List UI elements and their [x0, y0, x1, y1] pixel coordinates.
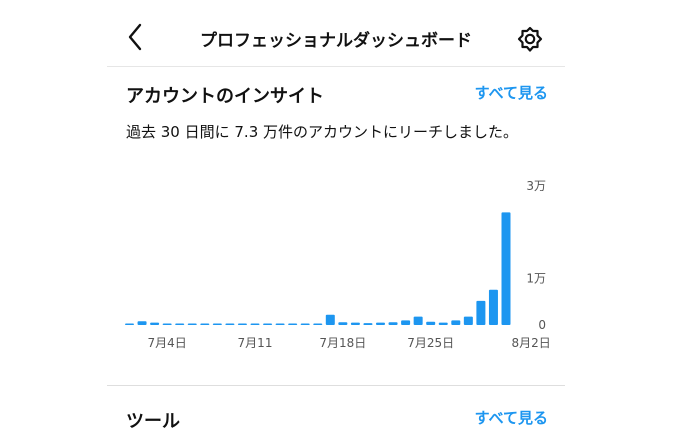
- x-tick-label: 7月4日: [148, 336, 187, 350]
- x-tick-label: 7月25日: [407, 336, 454, 350]
- chart-bar: [237, 323, 247, 325]
- y-tick-label: 1万: [526, 272, 546, 286]
- x-tick-label: 7月18日: [319, 336, 366, 350]
- chart-bar: [338, 322, 348, 325]
- chart-bar: [275, 323, 285, 325]
- chart-bar: [463, 316, 473, 325]
- y-tick-label: 0: [538, 318, 546, 332]
- chart-bar: [501, 212, 511, 325]
- chart-bar: [438, 322, 448, 325]
- reach-chart: 3万 1万 0 7月4日 7月11 7月18日 7月25日 8月2日: [125, 179, 551, 350]
- y-tick-label: 3万: [526, 179, 546, 193]
- chart-bar: [263, 323, 273, 325]
- gear-icon: [517, 26, 543, 52]
- chart-bar: [363, 323, 373, 325]
- chart-bar: [413, 316, 423, 325]
- chart-bar: [325, 314, 335, 325]
- chart-bar: [350, 322, 360, 325]
- insights-see-all-link[interactable]: すべて見る: [475, 82, 548, 103]
- chart-bar: [426, 321, 436, 325]
- chart-bar: [488, 289, 498, 325]
- chart-bar: [187, 323, 197, 325]
- chart-bar: [150, 322, 160, 325]
- settings-button[interactable]: [516, 25, 544, 53]
- tools-see-all-link[interactable]: すべて見る: [475, 407, 548, 428]
- insights-title: アカウントのインサイト: [126, 86, 324, 107]
- tools-title: ツール: [126, 411, 180, 432]
- chart-bar: [250, 323, 260, 325]
- chart-bar: [137, 321, 147, 325]
- chart-bar: [125, 323, 134, 325]
- chart-bar: [288, 323, 298, 325]
- chart-bar: [200, 323, 210, 325]
- x-tick-label: 7月11: [238, 336, 273, 350]
- chart-bar: [175, 323, 185, 325]
- x-tick-label: 8月2日: [511, 336, 550, 350]
- chart-bar: [313, 323, 323, 325]
- insights-summary: 過去 30 日間に 7.3 万件のアカウントにリーチしました。: [126, 123, 519, 141]
- chart-bar: [300, 323, 310, 325]
- chart-bar: [212, 323, 222, 325]
- page-title: プロフェッショナルダッシュボード: [200, 31, 472, 51]
- chart-bar: [388, 322, 398, 325]
- section-divider: [107, 385, 565, 386]
- top-bar: プロフェッショナルダッシュボード: [107, 0, 565, 67]
- chart-bar: [476, 300, 486, 325]
- chart-bar: [451, 320, 461, 325]
- chart-bar: [376, 322, 385, 325]
- chart-bar: [225, 323, 235, 325]
- chart-bar: [401, 320, 411, 325]
- chart-bar: [162, 323, 172, 325]
